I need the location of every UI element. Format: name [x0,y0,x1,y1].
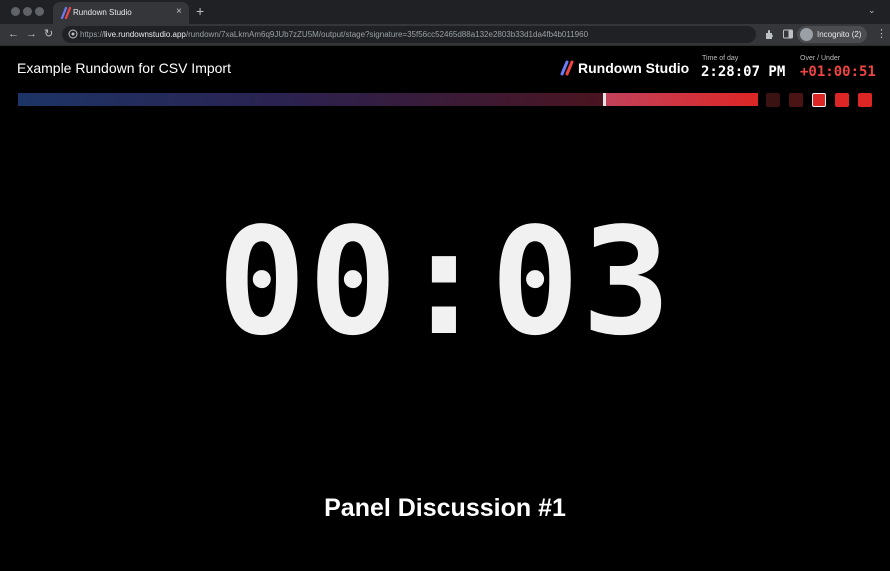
incognito-label: Incognito (2) [817,30,862,39]
rundown-studio-logo-icon [560,60,574,76]
over-under-value: +01:00:51 [800,64,876,80]
browser-tab[interactable]: Rundown Studio × [53,2,189,24]
stage-output: Example Rundown for CSV Import Rundown S… [0,47,890,571]
forward-icon[interactable]: → [26,27,37,41]
time-of-day-value: 2:28:07 PM [701,64,786,80]
window-close-button[interactable] [11,7,20,16]
incognito-profile-button[interactable]: Incognito (2) [797,26,867,43]
rundown-title: Example Rundown for CSV Import [17,60,231,76]
back-icon[interactable]: ← [8,27,19,41]
plus-icon[interactable]: + [196,3,204,19]
cue-progress-bar [18,93,758,106]
url-text: https://live.rundownstudio.app/rundown/7… [80,30,589,39]
reload-icon[interactable]: ↻ [44,27,53,41]
site-info-icon[interactable] [68,29,78,39]
address-bar[interactable]: https://live.rundownstudio.app/rundown/7… [62,26,756,43]
tab-title: Rundown Studio [73,8,132,17]
favicon-icon [60,7,72,19]
side-panel-icon[interactable] [782,28,794,40]
cue-indicator [858,93,872,107]
window-zoom-button[interactable] [35,7,44,16]
cue-indicator [789,93,803,107]
incognito-icon [800,28,813,41]
cue-indicator [835,93,849,107]
browser-toolbar: ← → ↻ https://live.rundownstudio.app/run… [0,24,890,46]
progress-elapsed [18,93,603,106]
extensions-icon[interactable] [764,28,776,40]
close-icon[interactable]: × [176,6,182,18]
kebab-menu-icon[interactable]: ⋮ [876,27,887,40]
countdown-timer: 00:03 [217,196,673,368]
browser-tab-strip: Rundown Studio × + ⌄ [0,0,890,24]
cue-indicator-current [812,93,826,107]
progress-remaining [606,93,758,106]
brand-name: Rundown Studio [578,60,690,76]
over-under-label: Over / Under [800,55,841,62]
window-minimize-button[interactable] [23,7,32,16]
current-segment-title: Panel Discussion #1 [324,494,566,522]
time-of-day-label: Time of day [702,55,739,62]
tab-search-button[interactable]: ⌄ [868,5,876,16]
cue-indicator [766,93,780,107]
